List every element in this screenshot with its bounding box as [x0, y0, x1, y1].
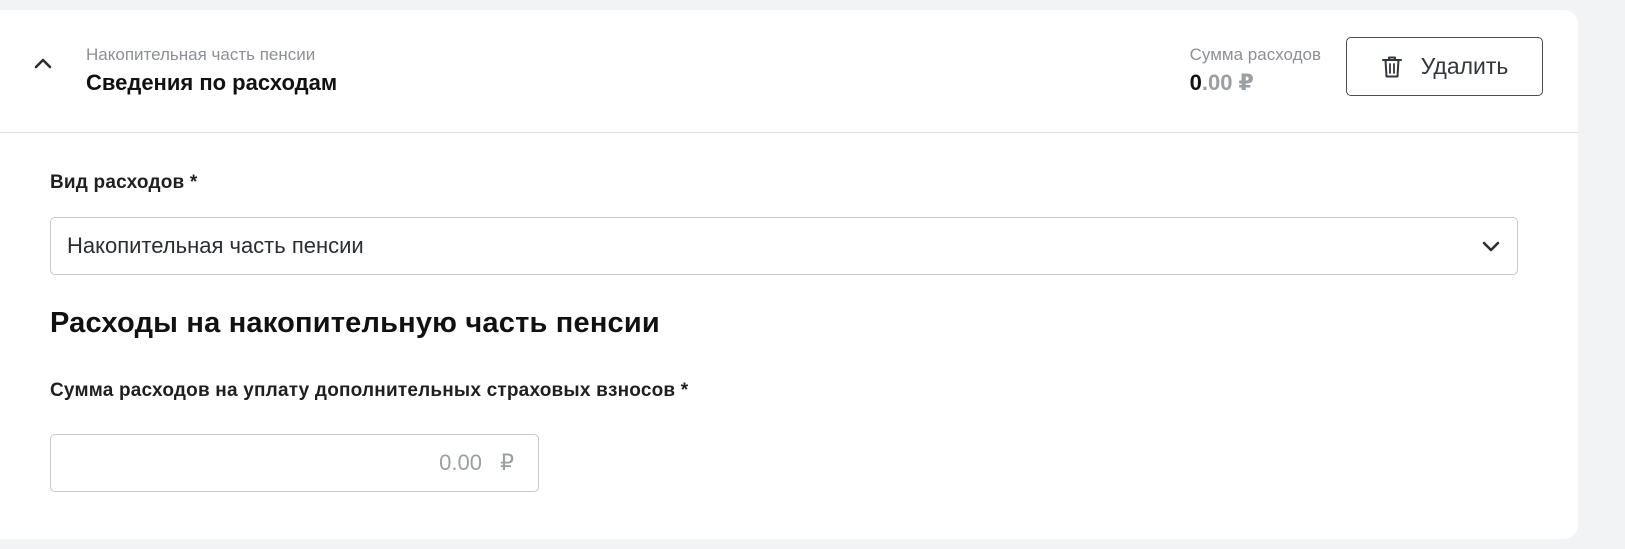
sum-integer: 0 — [1189, 70, 1202, 95]
expense-type-label: Вид расходов * — [50, 172, 198, 193]
expense-type-select[interactable]: Накопительная часть пенсии — [50, 217, 1518, 275]
delete-button[interactable]: Удалить — [1346, 37, 1543, 96]
sum-label: Сумма расходов — [1189, 45, 1321, 64]
delete-label: Удалить — [1420, 53, 1509, 79]
chevron-down-icon — [1482, 241, 1500, 252]
amount-label: Сумма расходов на уплату дополнительных … — [50, 380, 689, 401]
expense-type-value: Накопительная часть пенсии — [67, 233, 364, 258]
expense-card: Накопительная часть пенсии Сведения по р… — [0, 10, 1578, 539]
amount-input[interactable]: 0.00 ₽ — [50, 434, 539, 492]
amount-currency: ₽ — [500, 450, 514, 475]
header-subtitle: Накопительная часть пенсии — [86, 45, 316, 64]
amount-placeholder: 0.00 — [439, 450, 482, 475]
header-text: Накопительная часть пенсии Сведения по р… — [86, 44, 337, 98]
trash-icon — [1381, 56, 1402, 77]
chevron-up-icon — [34, 58, 52, 69]
subsection-title: Расходы на накопительную часть пенсии — [50, 307, 660, 339]
card-header: Накопительная часть пенсии Сведения по р… — [0, 10, 1578, 133]
header-title: Сведения по расходам — [86, 70, 338, 95]
sum-value: 0.00 ₽ — [1190, 68, 1321, 98]
sum-block: Сумма расходов 0.00 ₽ — [1190, 44, 1321, 98]
collapse-toggle[interactable] — [30, 50, 56, 76]
sum-currency: ₽ — [1238, 70, 1254, 95]
sum-fraction: .00 — [1201, 70, 1233, 95]
